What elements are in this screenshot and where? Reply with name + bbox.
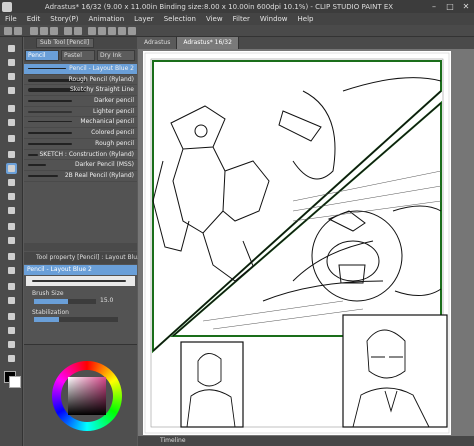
- selection-tool-icon[interactable]: [6, 103, 17, 114]
- subtool-header-tab[interactable]: Sub Tool [Pencil]: [36, 38, 94, 48]
- menu-filter[interactable]: Filter: [233, 15, 250, 23]
- menu-bar: File Edit Story(P) Animation Layer Selec…: [0, 13, 474, 25]
- manga-page[interactable]: [143, 51, 451, 435]
- menu-help[interactable]: Help: [298, 15, 314, 23]
- list-item[interactable]: SKETCH : Construction (Ryland): [24, 150, 137, 161]
- stabilization-slider[interactable]: [34, 317, 118, 322]
- robot-drawing: [152, 77, 442, 282]
- color-wheel[interactable]: [52, 361, 122, 431]
- eraser-tool-icon[interactable]: [6, 221, 17, 232]
- subtool-header: Sub Tool [Pencil]: [24, 37, 137, 49]
- auto-select-tool-icon[interactable]: [6, 117, 17, 128]
- command-bar: [0, 25, 474, 37]
- frame-border-tool-icon[interactable]: [6, 295, 17, 306]
- zoom-tool-icon[interactable]: [6, 43, 17, 54]
- sub-color-swatch[interactable]: [9, 376, 21, 388]
- correct-line-tool-icon[interactable]: [6, 353, 17, 364]
- eyedropper-tool-icon[interactable]: [6, 133, 17, 144]
- bottom-right-panel: [342, 314, 448, 428]
- menu-window[interactable]: Window: [260, 15, 288, 23]
- clip-studio-icon[interactable]: [4, 27, 12, 35]
- pencil-tool-icon[interactable]: [6, 163, 17, 174]
- move-layer-tool-icon[interactable]: [6, 85, 17, 96]
- pen-tool-icon[interactable]: [6, 149, 17, 160]
- line-art-svg: [144, 52, 450, 434]
- list-item[interactable]: Lighter pencil: [24, 107, 137, 118]
- menu-view[interactable]: View: [206, 15, 223, 23]
- menu-layer[interactable]: Layer: [134, 15, 154, 23]
- menu-edit[interactable]: Edit: [27, 15, 41, 23]
- tool-property-title: Tool property [Pencil] : Layout Blu...: [36, 254, 143, 261]
- tool-property-header: Tool property [Pencil] : Layout Blu...: [24, 252, 143, 264]
- invert-selection-icon[interactable]: [118, 27, 126, 35]
- decoration-tool-icon[interactable]: [6, 205, 17, 216]
- list-item[interactable]: Rough pencil: [24, 139, 137, 150]
- tab-dry-ink[interactable]: Dry Ink: [97, 50, 135, 61]
- save-icon[interactable]: [50, 27, 58, 35]
- operation-tool-icon[interactable]: [6, 71, 17, 82]
- stroke-preview: [26, 276, 135, 286]
- menu-selection[interactable]: Selection: [164, 15, 196, 23]
- hand-tool-icon[interactable]: [6, 57, 17, 68]
- brush-size-slider[interactable]: [34, 299, 96, 304]
- window-title: Adrastus* 16/32 (9.00 x 11.00in Binding …: [44, 2, 394, 11]
- undo-icon[interactable]: [64, 27, 72, 35]
- open-file-icon[interactable]: [40, 27, 48, 35]
- tab-pencil[interactable]: Pencil: [25, 50, 59, 61]
- list-item[interactable]: Pencil - Layout Blue 2: [24, 64, 137, 75]
- list-item[interactable]: Rough Pencil (Ryland): [24, 75, 137, 86]
- redo-icon[interactable]: [74, 27, 82, 35]
- brush-size-label: Brush Size: [32, 290, 64, 297]
- close-button[interactable]: ✕: [458, 1, 474, 13]
- brush-tool-icon[interactable]: [6, 177, 17, 188]
- airbrush-tool-icon[interactable]: [6, 191, 17, 202]
- balloon-tool-icon[interactable]: [6, 339, 17, 350]
- menu-file[interactable]: File: [5, 15, 17, 23]
- list-item[interactable]: 2B Real Pencil (Ryland): [24, 171, 137, 182]
- list-item[interactable]: Mechanical pencil: [24, 117, 137, 129]
- list-item[interactable]: Sketchy Straight Line: [24, 85, 137, 97]
- text-tool-icon[interactable]: [6, 325, 17, 336]
- brush-list: Pencil - Layout Blue 2 Rough Pencil (Ryl…: [24, 64, 137, 182]
- stabilization-slider-fill: [34, 317, 60, 322]
- subtool-tabs: Pencil Pastel Dry Ink: [24, 50, 137, 62]
- palette-icon[interactable]: [14, 27, 22, 35]
- ruler-tool-icon[interactable]: [6, 311, 17, 322]
- gradient-tool-icon[interactable]: [6, 265, 17, 276]
- app-icon: [2, 1, 12, 12]
- menu-animation[interactable]: Animation: [88, 15, 124, 23]
- tab-pastel[interactable]: Pastel: [61, 50, 95, 61]
- tool-strip: [0, 37, 23, 446]
- crop-icon[interactable]: [108, 27, 116, 35]
- brush-size-slider-fill: [34, 299, 69, 304]
- brush-size-value[interactable]: 15.0: [100, 297, 113, 304]
- timeline-label: Timeline: [160, 437, 186, 444]
- color-wheel-panel: [24, 344, 137, 446]
- menu-story[interactable]: Story(P): [50, 15, 78, 23]
- minimize-button[interactable]: –: [426, 1, 442, 13]
- subtool-footer: [24, 243, 137, 251]
- list-item[interactable]: Darker Pencil (MSS): [24, 160, 137, 171]
- new-file-icon[interactable]: [30, 27, 38, 35]
- tab-adrastus-16-32[interactable]: Adrastus* 16/32: [177, 37, 239, 49]
- saturation-value-square[interactable]: [68, 377, 106, 415]
- list-item[interactable]: Colored pencil: [24, 128, 137, 139]
- tab-adrastus[interactable]: Adrastus: [138, 37, 178, 49]
- list-item[interactable]: Darker pencil: [24, 96, 137, 107]
- transform-icon[interactable]: [128, 27, 136, 35]
- document-tabs: Adrastus Adrastus* 16/32: [138, 37, 474, 49]
- blend-tool-icon[interactable]: [6, 235, 17, 246]
- maximize-button[interactable]: □: [442, 1, 458, 13]
- sphere-character-drawing: [262, 205, 442, 302]
- tool-property-name: Pencil - Layout Blue 2: [24, 265, 137, 275]
- fill-tool-icon[interactable]: [6, 251, 17, 262]
- timeline-bar[interactable]: Timeline: [138, 436, 474, 446]
- figure-tool-icon[interactable]: [6, 281, 17, 292]
- title-bar: Adrastus* 16/32 (9.00 x 11.00in Binding …: [0, 0, 474, 13]
- clear-icon[interactable]: [88, 27, 96, 35]
- stabilization-label: Stabilization: [32, 309, 69, 316]
- deselect-icon[interactable]: [98, 27, 106, 35]
- canvas-area: Adrastus Adrastus* 16/32 Timeline: [138, 37, 474, 446]
